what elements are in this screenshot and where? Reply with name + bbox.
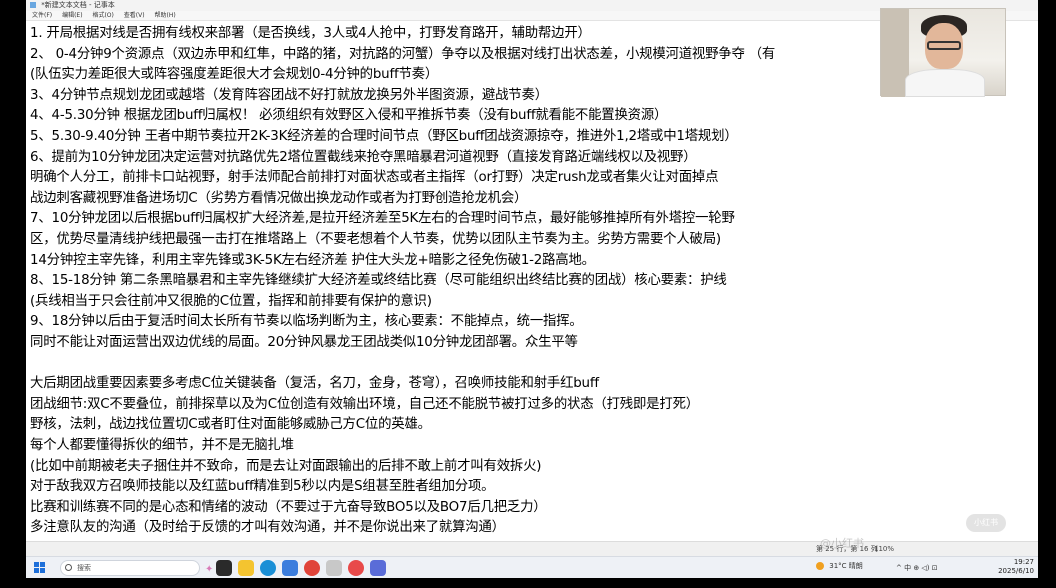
watermark-badge: 小红书 <box>966 514 1006 532</box>
clock-time: 19:27 <box>1013 558 1034 566</box>
text-line: 区，优势尽量清线护线把最强一击打在推塔路上（不要老想着个人节奏，优势以团队主节奏… <box>30 232 721 247</box>
streamer-shirt <box>905 69 985 97</box>
menu-edit[interactable]: 编辑(E) <box>62 11 82 21</box>
text-line: 对于敌我双方召唤师技能以及红蓝buff精准到5秒以内是S组甚至胜者组加分项。 <box>30 479 495 495</box>
text-line: 大后期团战重要因素要多考虑C位关键装备（复活，名刀，金身，苍穹），召唤师技能和射… <box>30 376 599 392</box>
text-line: 2、 0-4分钟9个资源点（双边赤甲和红隼，中路的猪，对抗路的河蟹）争夺以及根据… <box>30 46 776 62</box>
notepad-icon <box>30 2 36 8</box>
copilot-icon: ✦ <box>205 564 214 575</box>
menu-view[interactable]: 查看(V) <box>124 11 145 21</box>
system-tray[interactable]: ^ 中 ⊕ ◁) ⊡ <box>896 563 938 573</box>
menu-file[interactable]: 文件(F) <box>32 11 52 21</box>
text-line: 团战细节:双C不要叠位，前排探草以及为C位创造有效输出环境，自己还不能脱节被打过… <box>30 396 699 412</box>
menu-format[interactable]: 格式(O) <box>92 11 113 21</box>
app-blue-icon[interactable] <box>370 560 386 576</box>
weather-widget[interactable]: 31°C 晴朗 <box>816 561 863 571</box>
text-editor-area[interactable]: 1. 开局根据对线是否拥有线权来部署（是否换线，3人或4人抢中，打野发育路开，辅… <box>26 24 1038 542</box>
file-explorer-icon[interactable] <box>238 560 254 576</box>
glasses-icon <box>927 41 961 50</box>
text-line: 多注意队友的沟通（及时给于反馈的才叫有效沟通，并不是你说出来了就算沟通） <box>30 520 505 536</box>
text-line: (兵线相当于只会往前冲又很脆的C位置，指挥和前排要有保护的意识) <box>30 293 432 309</box>
zoom-level: 110% <box>874 545 895 553</box>
text-line: 5、5.30-9.40分钟 王者中期节奏拉开2K-3K经济差的合理时间节点（野区… <box>30 129 738 144</box>
taskbar: 搜索 ✦ 31°C 晴朗 ^ 中 ⊕ ◁) ⊡ 19:27 2025/6/10 <box>26 556 1038 578</box>
text-line: 同时不能让对面运营出双边优线的局面。20分钟风暴龙王团战类似10分钟龙团部署。众… <box>30 335 578 350</box>
text-line: 野核，法刺，战边找位置切C或者盯住对面能够威胁己方C位的英雄。 <box>30 417 431 433</box>
text-line: 3、4分钟节点规划龙团或越塔（发育阵容团战不好打就放龙换另外半图资源，避战节奏） <box>30 87 548 103</box>
weather-text: 31°C 晴朗 <box>829 562 863 570</box>
text-line: 14分钟控主宰先锋，利用主宰先锋或3K-5K左右经济差 护住大头龙+暗影之径免伤… <box>30 252 595 268</box>
text-line: 明确个人分工，前排卡口站视野，射手法师配合前排打对面状态或者主指挥（or打野）决… <box>30 170 719 186</box>
text-line: (比如中前期被老夫子捆住并不致命，而是去让对面跟输出的后排不敢上前才叫有效拆火) <box>30 458 542 474</box>
edge-icon[interactable] <box>260 560 276 576</box>
taskbar-clock[interactable]: 19:27 2025/6/10 <box>980 558 1034 576</box>
status-bar: 第 25 行，第 16 列 110% <box>26 541 1038 556</box>
search-placeholder: 搜索 <box>77 564 91 572</box>
taskbar-search-input[interactable]: 搜索 ✦ <box>60 560 213 576</box>
webcam-overlay <box>880 8 1006 97</box>
window-title: *新建文本文档 - 记事本 <box>41 1 115 9</box>
clock-date: 2025/6/10 <box>998 567 1034 575</box>
windows-start-icon[interactable] <box>34 562 46 574</box>
text-line: 比赛和训练赛不同的是心态和情绪的波动（不要过于亢奋导致BO5以及BO7后几把乏力… <box>30 499 547 515</box>
sun-icon <box>816 562 824 570</box>
watermark-text: @小红书 <box>820 537 864 550</box>
text-line: 1. 开局根据对线是否拥有线权来部署（是否换线，3人或4人抢中，打野发育路开，辅… <box>30 26 591 41</box>
store-icon[interactable] <box>282 560 298 576</box>
text-line: 战边刺客藏视野准备进场切C（劣势方看情况做出换龙动作或者为打野创造抢龙机会） <box>30 190 528 206</box>
text-line: 6、提前为10分钟龙团决定运营对抗路优先2塔位置截线来抢夺黑暗暴君河道视野（直接… <box>30 149 697 165</box>
menu-help[interactable]: 帮助(H) <box>155 11 176 21</box>
app-red-icon[interactable] <box>304 560 320 576</box>
text-line: 每个人都要懂得拆伙的细节，并不是无脑扎堆 <box>30 438 294 453</box>
text-line: 7、10分钟龙团以后根据buff归属权扩大经济差,是拉开经济差至5K左右的合理时… <box>30 211 735 227</box>
app-record-icon[interactable] <box>348 560 364 576</box>
text-line: 9、18分钟以后由于复活时间太长所有节奏以临场判断为主，核心要素：不能掉点，统一… <box>30 314 583 330</box>
text-line: 8、15-18分钟 第二条黑暗暴君和主宰先锋继续扩大经济差或终结比赛（尽可能组织… <box>30 273 727 289</box>
text-line: 4、4-5.30分钟 根据龙团buff归属权！ 必须组织有效野区入侵和平推拆节奏… <box>30 108 668 124</box>
search-icon <box>65 564 72 571</box>
notepad-task-icon[interactable] <box>326 560 342 576</box>
text-line: (队伍实力差距很大或阵容强度差距很大才会规划0-4分钟的buff节奏） <box>30 67 439 83</box>
task-view-icon[interactable] <box>216 560 232 576</box>
